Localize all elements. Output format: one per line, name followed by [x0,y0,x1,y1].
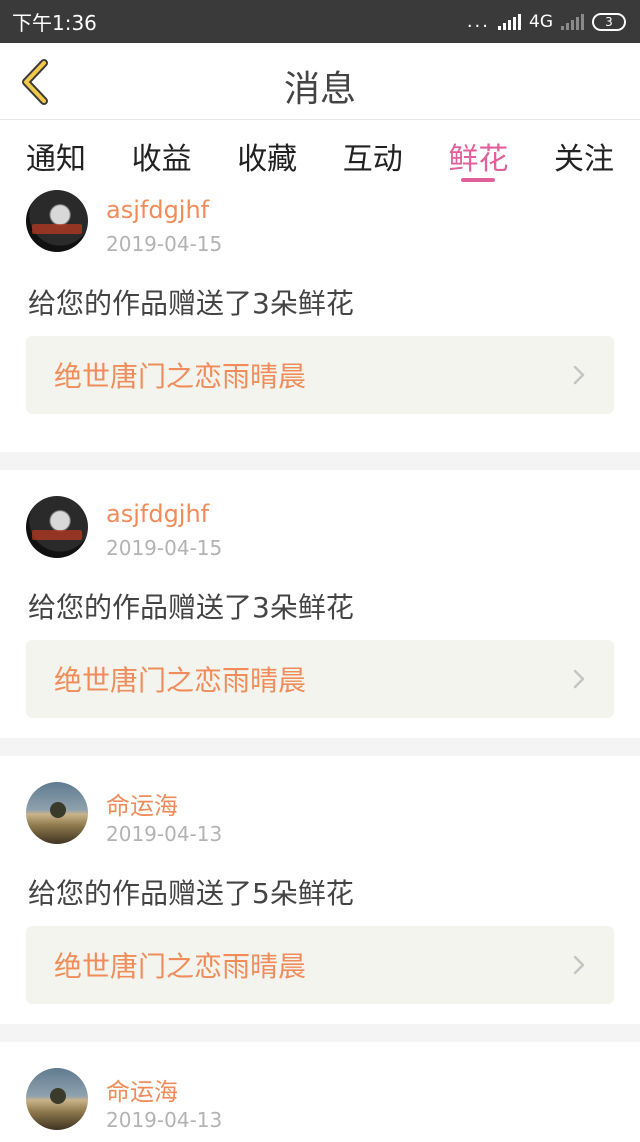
tab-label: 互动 [342,142,403,177]
username[interactable]: 命运海 [106,1072,178,1107]
avatar[interactable] [26,496,88,558]
list-item: 命运海 2019-04-13 [0,1042,640,1142]
header: 消息 [0,43,640,120]
chevron-right-icon [573,365,585,385]
avatar-tree [50,802,66,818]
tab-following[interactable]: 关注 [554,120,614,184]
message-text: 给您的作品赠送了5朵鲜花 [28,877,354,910]
message-date: 2019-04-15 [106,536,223,560]
chevron-right-icon [573,955,585,975]
work-title: 绝世唐门之恋雨晴晨 [54,664,307,697]
work-title: 绝世唐门之恋雨晴晨 [54,950,307,983]
avatar-tree [50,1088,66,1104]
message-text: 给您的作品赠送了3朵鲜花 [28,287,354,320]
divider [0,738,640,756]
divider [0,1024,640,1042]
status-bar: 下午1:36 ... 4G 3 [0,0,640,43]
list-item: asjfdgjhf 2019-04-15 给您的作品赠送了3朵鲜花 绝世唐门之恋… [0,184,640,452]
tab-flowers[interactable]: 鲜花 [448,120,508,184]
signal-icon [498,13,521,30]
username[interactable]: asjfdgjhf [106,500,209,528]
work-link[interactable]: 绝世唐门之恋雨晴晨 [26,336,614,414]
notification-dots-icon: ... [466,10,490,32]
avatar-stamp [32,530,82,540]
list-item: asjfdgjhf 2019-04-15 给您的作品赠送了3朵鲜花 绝世唐门之恋… [0,470,640,738]
message-date: 2019-04-15 [106,232,223,256]
username[interactable]: 命运海 [106,786,178,821]
page-title: 消息 [283,69,356,110]
battery-level: 3 [605,14,613,29]
network-type: 4G [529,11,553,32]
tab-interactions[interactable]: 互动 [343,120,403,184]
avatar[interactable] [26,190,88,252]
tab-favorites[interactable]: 收藏 [237,120,297,184]
tab-label: 通知 [26,142,86,177]
divider [0,452,640,470]
tab-earnings[interactable]: 收益 [132,120,192,184]
status-indicators: ... 4G 3 [467,12,626,32]
tab-label: 鲜花 [448,142,509,177]
chevron-right-icon [573,669,585,689]
tab-bar: 通知 收益 收藏 互动 鲜花 关注 [0,120,640,184]
username[interactable]: asjfdgjhf [106,196,209,224]
avatar[interactable] [26,1068,88,1130]
message-date: 2019-04-13 [106,822,223,846]
status-time: 下午1:36 [12,11,97,35]
tab-label: 收藏 [237,142,298,177]
active-tab-indicator [461,178,496,182]
work-link[interactable]: 绝世唐门之恋雨晴晨 [26,926,614,1004]
tab-label: 收益 [131,142,192,177]
list-item: 命运海 2019-04-13 给您的作品赠送了5朵鲜花 绝世唐门之恋雨晴晨 [0,756,640,1024]
avatar-stamp [32,224,82,234]
work-link[interactable]: 绝世唐门之恋雨晴晨 [26,640,614,718]
message-text: 给您的作品赠送了3朵鲜花 [28,591,354,624]
tab-label: 关注 [553,142,614,177]
tab-notifications[interactable]: 通知 [26,120,86,184]
message-list: asjfdgjhf 2019-04-15 给您的作品赠送了3朵鲜花 绝世唐门之恋… [0,184,640,1142]
avatar[interactable] [26,782,88,844]
signal-2-icon [561,13,584,30]
message-date: 2019-04-13 [106,1108,223,1132]
battery-icon: 3 [592,12,626,31]
work-title: 绝世唐门之恋雨晴晨 [54,360,307,393]
